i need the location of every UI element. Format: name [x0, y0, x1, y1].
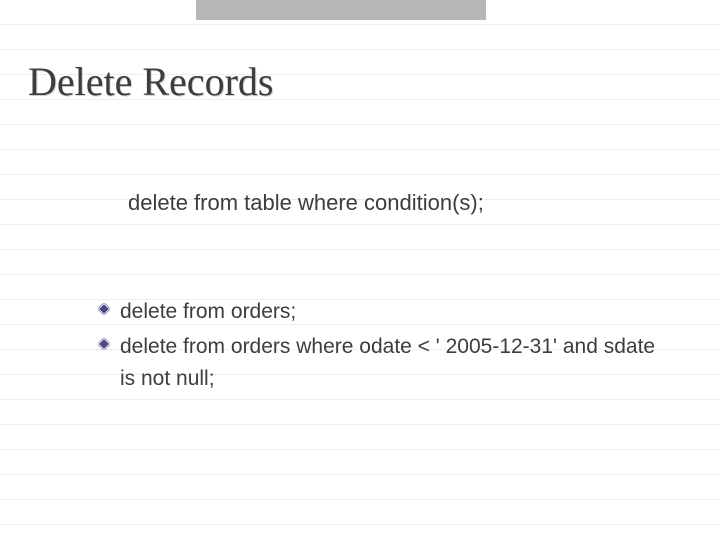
list-item-text: delete from orders; — [120, 300, 296, 323]
diamond-bullet-icon — [98, 303, 110, 315]
slide-title: Delete Records — [28, 58, 273, 105]
diamond-bullet-icon — [98, 338, 110, 350]
syntax-line: delete from table where condition(s); — [128, 190, 484, 216]
list-item: delete from orders where odate < ' 2005-… — [98, 331, 658, 396]
slide-content: Delete Records delete from table where c… — [0, 0, 720, 540]
list-item-text: delete from orders where odate < ' 2005-… — [120, 335, 655, 391]
header-placeholder — [196, 0, 486, 20]
list-item: delete from orders; — [98, 296, 658, 329]
bullet-list: delete from orders; delete from orders w… — [98, 296, 658, 398]
